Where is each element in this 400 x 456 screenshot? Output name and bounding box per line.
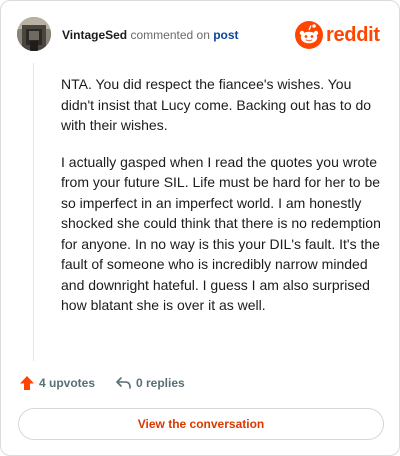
- byline: VintageSed commented on post: [62, 27, 239, 43]
- reddit-snoo-icon: [295, 21, 323, 49]
- thread-line: [33, 63, 34, 361]
- embedded-comment-card: VintageSed commented on post reddit NTA.…: [0, 0, 400, 456]
- post-link[interactable]: post: [213, 28, 238, 42]
- reply-arrow-icon: [116, 377, 131, 389]
- comment-paragraph: NTA. You did respect the fiancee's wishe…: [61, 76, 372, 133]
- comment-actions: 4 upvotes 0 replies: [17, 373, 377, 393]
- reddit-logo[interactable]: reddit: [295, 21, 383, 49]
- reply-count: 0 replies: [136, 376, 185, 390]
- reply-button[interactable]: 0 replies: [115, 373, 205, 393]
- upvote-count: 4 upvotes: [39, 376, 96, 390]
- avatar[interactable]: [17, 17, 51, 51]
- view-conversation-button[interactable]: View the conversation: [18, 408, 384, 440]
- comment-paragraph: I actually gasped when I read the quotes…: [61, 153, 381, 314]
- reddit-wordmark: reddit: [326, 24, 380, 46]
- upvote-arrow-icon: [20, 376, 34, 390]
- comment-header: VintageSed commented on post reddit: [17, 17, 383, 53]
- user-avatar-icon: [17, 17, 51, 51]
- comment-body: NTA. You did respect the fiancee's wishe…: [61, 74, 381, 316]
- username-link[interactable]: VintageSed: [62, 28, 127, 42]
- upvote-button[interactable]: 4 upvotes: [17, 373, 99, 393]
- byline-verb: commented on: [130, 28, 210, 42]
